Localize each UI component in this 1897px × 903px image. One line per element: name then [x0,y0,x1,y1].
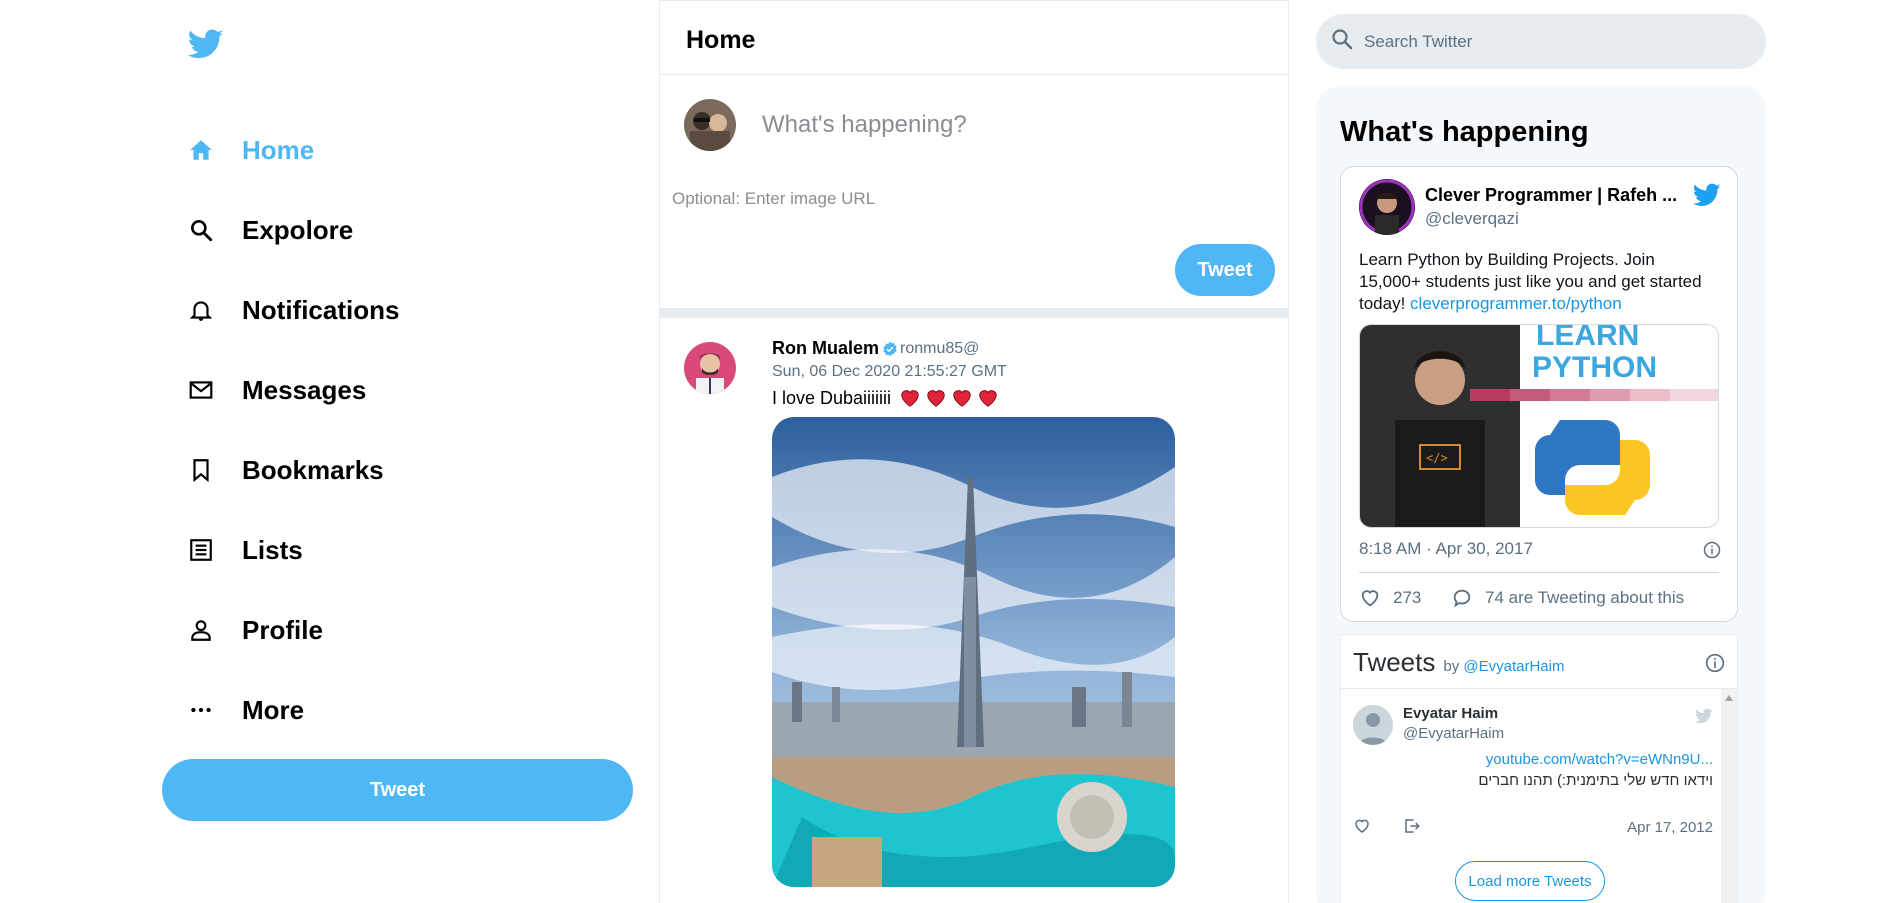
tweetbox: Tweet [660,75,1288,318]
whats-happening-panel: What's happening Clever Programmer | Raf… [1316,86,1766,903]
timeline-header: Tweets by @EvyatarHaim [1341,635,1737,689]
media-text-python: PYTHON [1532,351,1657,384]
post-body: Ron Mualem ronmu85@ Sun, 06 Dec 2020 21:… [772,338,1175,887]
info-icon[interactable] [1705,653,1725,673]
media-text-learn: LEARN [1536,325,1639,352]
search-input[interactable] [1364,31,1744,52]
sidebar-item-label: Lists [242,534,303,565]
sidebar-nav: Home Expolore Notifications Messages Boo… [186,110,399,750]
sidebar-item-label: Bookmarks [242,454,384,485]
bookmark-icon [186,455,216,485]
widgets: What's happening Clever Programmer | Raf… [1289,0,1897,903]
bell-icon [186,295,216,325]
avatar[interactable] [1353,705,1393,745]
sidebar-item-notifications[interactable]: Notifications [186,270,399,350]
person-icon [186,615,216,645]
sidebar-item-label: Expolore [242,214,354,245]
sidebar-item-more[interactable]: More [186,670,399,750]
sidebar-item-profile[interactable]: Profile [186,590,399,670]
info-icon[interactable] [1703,541,1721,559]
search-bar[interactable] [1316,14,1766,69]
post-text: I love Dubaiiiiiii [772,387,892,408]
hearts [899,387,999,409]
sidebar-item-label: More [242,694,305,725]
app-root: Home Expolore Notifications Messages Boo… [0,0,1897,903]
widget-title: What's happening [1340,116,1589,148]
timeline-by-label: by [1443,658,1460,675]
timeline-author-name[interactable]: Evyatar Haim [1403,705,1498,722]
sidebar-item-explore[interactable]: Expolore [186,190,399,270]
scrollbar[interactable] [1721,689,1737,903]
avatar[interactable] [1359,179,1415,235]
embed-timestamp[interactable]: 8:18 AM · Apr 30, 2017 [1359,539,1533,559]
heart-emoji-icon [901,390,919,407]
heart-emoji-icon [953,390,971,407]
sidebar-item-label: Notifications [242,294,400,325]
embed-link[interactable]: cleverprogrammer.to/python [1410,294,1622,313]
post-text-row: I love Dubaiiiiiii [772,387,1175,409]
share-icon[interactable] [1403,817,1421,835]
mail-icon [186,375,216,405]
embed-media[interactable]: </> LEARN PYTHON [1359,324,1719,528]
feed-header: Home [660,0,1288,75]
twitter-bird-icon[interactable] [187,26,224,62]
more-dots-icon [186,695,216,725]
post-author-handle[interactable]: ronmu85@ [900,340,979,358]
sidebar-item-label: Home [242,134,315,165]
twitter-bird-icon[interactable] [1694,707,1713,725]
embed-author-handle[interactable]: @cleverqazi [1425,209,1519,229]
post-author-name[interactable]: Ron Mualem [772,338,879,359]
home-icon [186,135,216,165]
like-count: 273 [1393,588,1422,607]
sidebar-item-label: Profile [242,614,323,645]
search-icon [1330,27,1354,56]
reply-text: 74 are Tweeting about this [1485,588,1685,607]
heart-emoji-icon [979,390,997,407]
load-more-button[interactable]: Load more Tweets [1455,861,1605,901]
sidebar-item-lists[interactable]: Lists [186,510,399,590]
sidebar-item-messages[interactable]: Messages [186,350,399,430]
heart-icon[interactable] [1353,817,1371,835]
timeline-by-handle[interactable]: @EvyatarHaim [1463,658,1564,675]
sidebar: Home Expolore Notifications Messages Boo… [0,0,660,903]
sidebar-item-label: Messages [242,374,367,405]
embedded-tweet[interactable]: Clever Programmer | Rafeh ... @cleverqaz… [1340,166,1738,622]
page-title: Home [686,26,756,54]
timeline-date[interactable]: Apr 17, 2012 [1627,819,1713,836]
sidebar-item-home[interactable]: Home [186,110,399,190]
avatar [684,342,736,394]
verified-icon [882,341,898,357]
embed-author-name[interactable]: Clever Programmer | Rafeh ... [1425,185,1677,206]
image-url-input[interactable] [672,189,1192,209]
tweetbox-submit-button[interactable]: Tweet [1175,244,1275,296]
timeline-title: Tweets [1353,647,1436,677]
svg-text:</>: </> [1426,451,1448,465]
avatar [684,99,736,151]
divider [1359,572,1719,573]
reply-button[interactable]: 74 are Tweeting about this [1451,587,1684,609]
sidebar-item-bookmarks[interactable]: Bookmarks [186,430,399,510]
timeline-text: וידאו חדש שלי בתימנית:) תהנו חברים [1478,772,1713,789]
twitter-bird-icon[interactable] [1692,181,1721,209]
embed-text: Learn Python by Building Projects. Join … [1359,249,1721,315]
list-icon [186,535,216,565]
like-button[interactable]: 273 [1359,587,1421,609]
tweets-timeline: Tweets by @EvyatarHaim Evyatar Haim @Evy… [1340,634,1738,903]
post-header: Ron Mualem ronmu85@ [772,338,1175,359]
heart-icon [1361,590,1379,607]
scroll-up-arrow-icon[interactable] [1725,695,1733,701]
post-date: Sun, 06 Dec 2020 21:55:27 GMT [772,363,1007,380]
feed: Home Tweet Ron Mualem ronmu85@ [660,0,1289,903]
search-icon [186,215,216,245]
heart-emoji-icon [927,390,945,407]
timeline-link[interactable]: youtube.com/watch?v=eWNn9U... [1486,751,1713,768]
comment-icon [1453,589,1471,608]
post: Ron Mualem ronmu85@ Sun, 06 Dec 2020 21:… [660,318,1288,887]
timeline-author-handle[interactable]: @EvyatarHaim [1403,725,1504,742]
post-image[interactable] [772,417,1175,887]
tweet-input[interactable] [762,111,1242,139]
sidebar-tweet-button[interactable]: Tweet [162,759,633,821]
timeline-by: by @EvyatarHaim [1443,658,1564,675]
